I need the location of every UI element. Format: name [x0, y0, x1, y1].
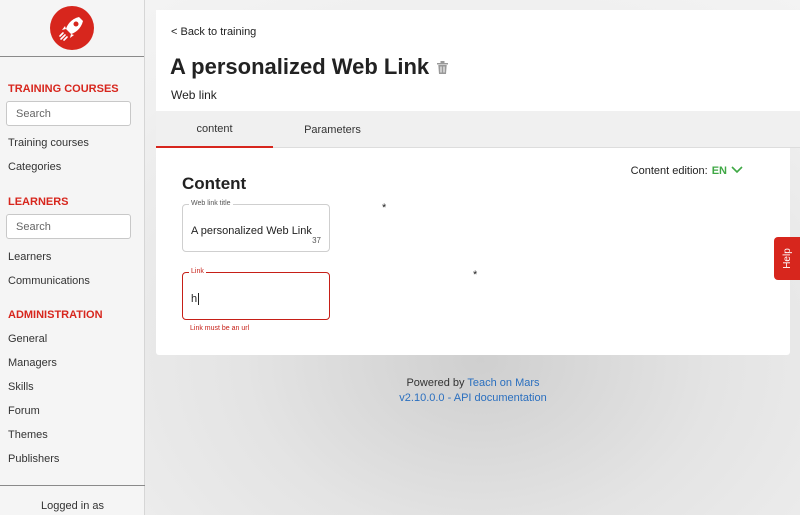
page-subtitle: Web link — [171, 88, 217, 102]
page-title: A personalized Web Link — [170, 54, 430, 79]
link-label: Link — [189, 268, 206, 275]
header-card: < Back to training A personalized Web Li… — [156, 10, 800, 111]
sidebar-item-publishers[interactable]: Publishers — [0, 447, 145, 471]
web-link-title-value: A personalized Web Link — [191, 225, 312, 237]
footer-separator: - — [444, 392, 454, 404]
sidebar-item-general[interactable]: General — [0, 327, 145, 351]
sidebar-item-forum[interactable]: Forum — [0, 399, 145, 423]
sidebar-item-skills[interactable]: Skills — [0, 375, 145, 399]
required-mark-link: * — [473, 269, 478, 281]
sidebar: TRAINING COURSES Search Training courses… — [0, 0, 145, 515]
page-title-row: A personalized Web Link — [170, 54, 449, 80]
learners-search-input[interactable]: Search — [6, 214, 131, 239]
section-title-training: TRAINING COURSES — [8, 83, 119, 95]
help-label: Help — [781, 248, 793, 269]
required-mark-title: * — [382, 202, 387, 214]
trash-icon[interactable] — [437, 54, 449, 80]
sidebar-item-learners[interactable]: Learners — [0, 245, 145, 269]
sidebar-item-categories[interactable]: Categories — [0, 155, 145, 179]
content-title: Content — [182, 174, 247, 193]
web-link-title-char-count: 37 — [312, 236, 321, 245]
rocket-icon[interactable] — [50, 6, 94, 50]
api-documentation-link[interactable]: API documentation — [454, 392, 547, 404]
tab-content[interactable]: content — [156, 111, 273, 148]
logo-area — [0, 0, 144, 57]
sidebar-item-communications[interactable]: Communications — [0, 269, 145, 293]
chevron-down-icon — [731, 165, 743, 177]
footer-powered-by: Powered by Teach on Mars — [156, 377, 790, 389]
section-title-learners: LEARNERS — [8, 196, 69, 208]
version-link[interactable]: v2.10.0.0 — [399, 392, 444, 404]
content-edition-selector[interactable]: Content edition: EN — [631, 165, 743, 177]
link-error-message: Link must be an url — [190, 325, 250, 332]
logged-in-label: Logged in as — [0, 485, 145, 515]
content-card: Content Content edition: EN Web link tit… — [156, 148, 790, 355]
footer-version: v2.10.0.0 - API documentation — [156, 392, 790, 404]
web-link-title-label: Web link title — [189, 200, 233, 207]
tab-parameters[interactable]: Parameters — [273, 111, 392, 148]
content-edition-lang: EN — [711, 165, 727, 177]
back-to-training-link[interactable]: < Back to training — [171, 26, 256, 38]
sidebar-item-training-courses[interactable]: Training courses — [0, 131, 145, 155]
web-link-title-field[interactable]: Web link title A personalized Web Link 3… — [182, 200, 330, 252]
brand-link[interactable]: Teach on Mars — [467, 377, 539, 389]
link-input-value: h — [191, 293, 200, 306]
section-title-administration: ADMINISTRATION — [8, 309, 103, 321]
training-search-input[interactable]: Search — [6, 101, 131, 126]
powered-by-label: Powered by — [406, 377, 465, 389]
sidebar-item-managers[interactable]: Managers — [0, 351, 145, 375]
sidebar-item-themes[interactable]: Themes — [0, 423, 145, 447]
tab-bar: content Parameters — [156, 111, 800, 148]
content-edition-label: Content edition: — [630, 165, 708, 177]
help-tab[interactable]: Help — [774, 237, 800, 280]
link-field[interactable]: Link h — [182, 268, 330, 320]
